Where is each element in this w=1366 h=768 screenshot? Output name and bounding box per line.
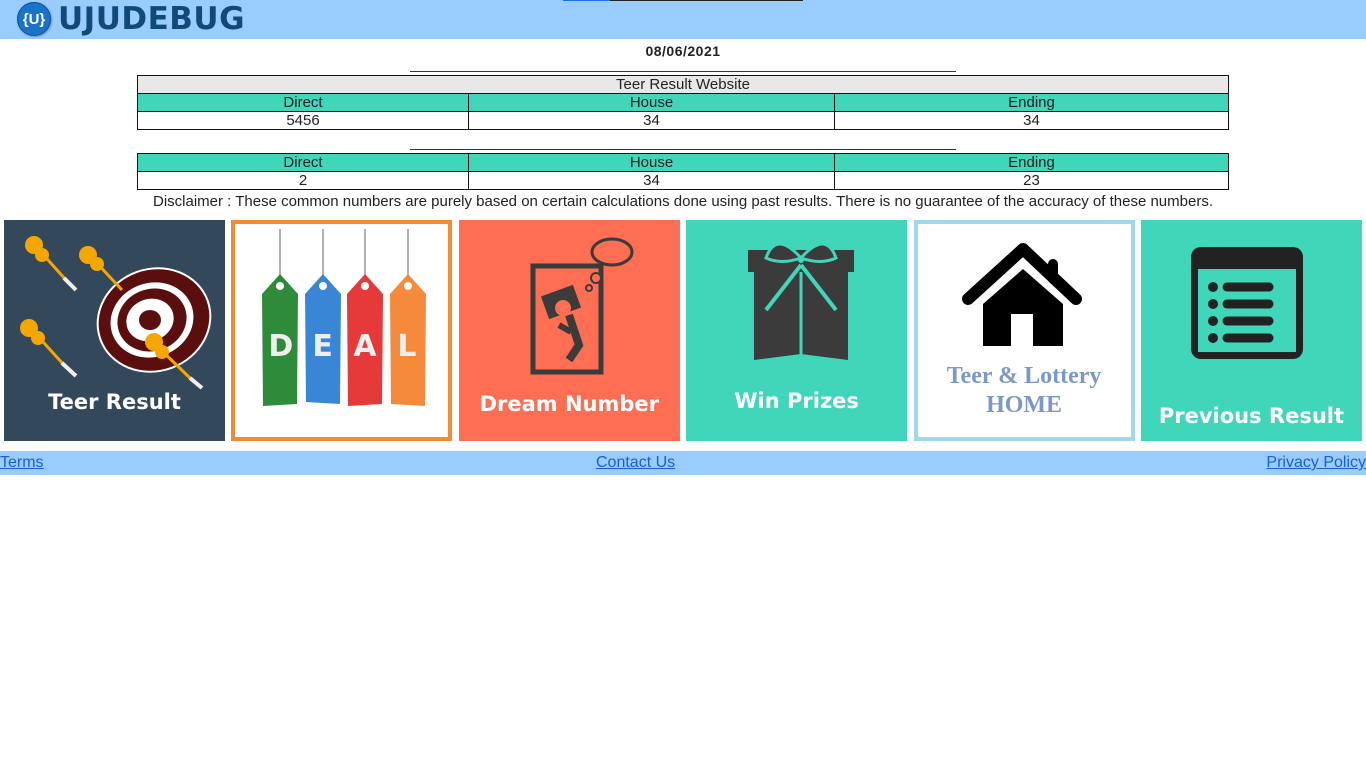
tile-label: Teer & Lottery HOME xyxy=(918,362,1131,420)
tile-dream-number[interactable]: Dream Number xyxy=(458,220,680,441)
value-ending: 34 xyxy=(834,111,1229,130)
disclaimer-text: Disclaimer : These common numbers are pu… xyxy=(152,193,1213,210)
common-number-table: Direct House Ending 2 34 23 xyxy=(137,153,1229,190)
tag-letter: E xyxy=(312,329,333,364)
tag-letter: L xyxy=(397,329,417,364)
tile-deal[interactable]: D E A L xyxy=(231,220,453,441)
tile-label: Dream Number xyxy=(479,392,659,416)
col-header-ending: Ending xyxy=(834,93,1229,112)
nav-indicator xyxy=(563,0,803,1)
tile-label: Previous Result xyxy=(1158,404,1345,428)
result-date: 08/06/2021 xyxy=(645,43,721,59)
footer-bar: Terms Contact Us Privacy Policy xyxy=(0,451,1366,475)
col-header-direct: Direct xyxy=(137,93,469,112)
tile-label: Win Prizes xyxy=(734,389,859,413)
terms-link[interactable]: Terms xyxy=(0,454,44,472)
tile-previous-result[interactable]: Previous Result xyxy=(1140,220,1362,441)
value-direct: 5456 xyxy=(137,111,469,130)
contact-us-link[interactable]: Contact Us xyxy=(596,454,675,472)
col-header-ending: Ending xyxy=(834,153,1229,172)
tag-letter: A xyxy=(353,329,377,364)
value-direct: 2 xyxy=(137,171,469,190)
col-header-direct: Direct xyxy=(137,153,469,172)
privacy-policy-link[interactable]: Privacy Policy xyxy=(1266,454,1366,472)
tile-grid: Teer Result D E A L Dream Number Win Pri… xyxy=(4,220,1366,441)
value-ending: 23 xyxy=(834,171,1229,190)
tile-label-line2: HOME xyxy=(986,392,1063,418)
value-house: 34 xyxy=(468,111,835,130)
divider xyxy=(410,71,956,72)
tile-label-line1: Teer & Lottery xyxy=(946,363,1102,389)
logo-badge-icon: {U} xyxy=(17,2,51,36)
value-house: 34 xyxy=(468,171,835,190)
divider xyxy=(410,149,956,150)
col-header-house: House xyxy=(468,93,835,112)
tile-label: Teer Result xyxy=(48,390,181,414)
logo-text: UJUDEBUG xyxy=(58,1,246,37)
header-bar: {U} UJUDEBUG xyxy=(0,0,1366,39)
tag-letter: D xyxy=(268,329,294,364)
col-header-house: House xyxy=(468,153,835,172)
tile-teer-result[interactable]: Teer Result xyxy=(4,220,225,441)
site-logo[interactable]: {U} UJUDEBUG xyxy=(17,2,245,36)
tile-home[interactable]: Teer & Lottery HOME xyxy=(913,220,1135,441)
nav-indicator-active xyxy=(563,0,610,1)
result-table: Teer Result Website Direct House Ending … xyxy=(137,75,1229,130)
table-caption: Teer Result Website xyxy=(137,75,1229,94)
tile-win-prizes[interactable]: Win Prizes xyxy=(686,220,908,441)
